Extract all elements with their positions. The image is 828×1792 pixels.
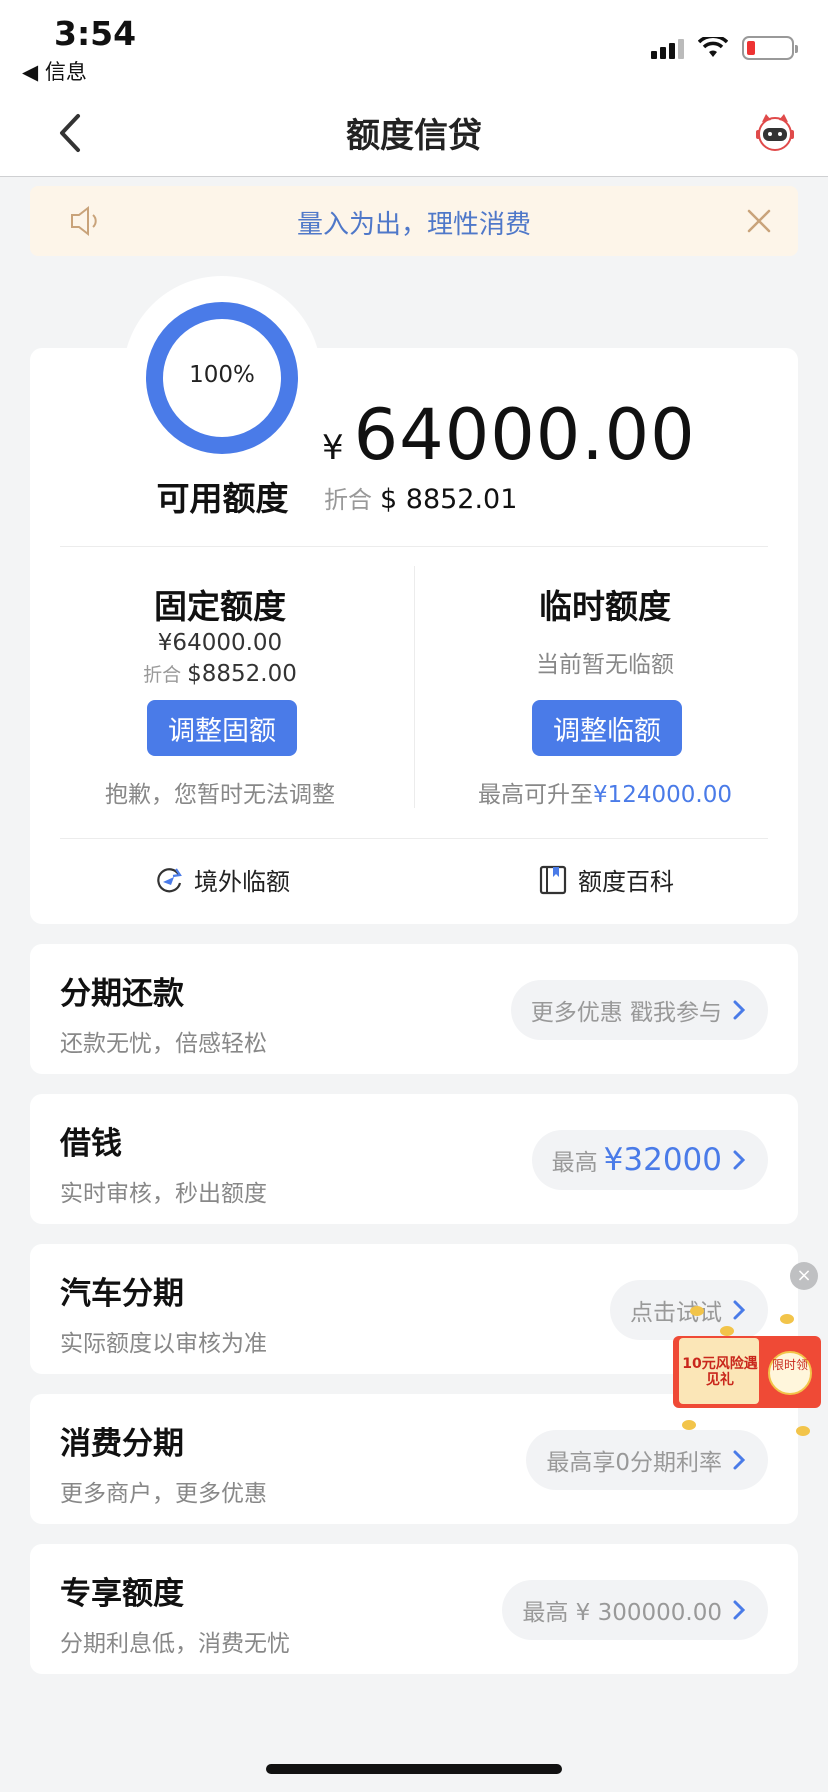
status-bar: 3:54 ◀ 信息: [0, 0, 828, 88]
credit-encyclopedia-link[interactable]: 额度百科: [538, 862, 674, 897]
overseas-credit-link[interactable]: 境外临额: [154, 862, 290, 897]
chevron-right-icon: [733, 1000, 746, 1020]
book-icon: [539, 865, 567, 894]
battery-low-icon: [742, 36, 798, 60]
available-credit-label: 可用额度: [156, 479, 289, 518]
currency-symbol: ¥: [322, 428, 344, 468]
divider: [60, 546, 768, 547]
nav-bar: 额度信贷: [0, 88, 828, 177]
converted-value: $ 8852.01: [380, 484, 518, 515]
product-subtitle: 还款无忧，倍感轻松: [60, 1031, 267, 1057]
overseas-credit-label: 境外临额: [194, 868, 290, 896]
signal-icon: [651, 37, 684, 59]
coin-decoration: [796, 1426, 810, 1436]
fixed-credit-amount: ¥64000.00: [157, 630, 283, 656]
robot-assistant-icon[interactable]: [752, 108, 798, 154]
borrow-money-card[interactable]: 借钱 实时审核，秒出额度 最高 ¥32000: [30, 1094, 798, 1224]
product-action-pill[interactable]: 点击试试: [610, 1280, 768, 1340]
back-to-app-link[interactable]: ◀ 信息: [22, 56, 87, 86]
notice-banner: 量入为出，理性消费: [30, 186, 798, 256]
fixed-credit-note: 抱歉，您暂时无法调整: [105, 782, 335, 808]
available-amount: ¥ 64000.00: [322, 394, 696, 476]
fixed-credit-title: 固定额度: [154, 587, 286, 626]
product-action-pill[interactable]: 最高享0分期利率: [526, 1430, 768, 1490]
credit-encyclopedia-label: 额度百科: [578, 868, 674, 896]
fixed-converted-value: $8852.00: [187, 661, 297, 687]
pill-text: 最高: [551, 1150, 598, 1176]
chevron-right-icon: [733, 1450, 746, 1470]
converted-prefix: 折合: [324, 486, 372, 514]
temporary-credit-status: 当前暂无临额: [536, 652, 674, 678]
coin-decoration: [682, 1420, 696, 1430]
temporary-note-amount: ¥124000.00: [592, 782, 732, 808]
promo-badge: 限时领: [768, 1351, 812, 1395]
fixed-converted-prefix: 折合: [143, 664, 182, 686]
credit-percent: 100%: [189, 362, 255, 388]
divider: [60, 838, 768, 839]
wifi-icon: [698, 37, 728, 57]
product-title: 分期还款: [60, 976, 184, 1012]
pill-text: 更多优惠 戳我参与: [530, 1000, 722, 1026]
close-icon[interactable]: [742, 204, 776, 238]
consumer-installment-card[interactable]: 消费分期 更多商户，更多优惠 最高享0分期利率: [30, 1394, 798, 1524]
adjust-temporary-button[interactable]: 调整临额: [532, 700, 682, 756]
product-title: 借钱: [60, 1126, 122, 1162]
product-action-pill[interactable]: 最高 ¥32000: [531, 1130, 768, 1190]
coin-decoration: [690, 1306, 704, 1316]
product-title: 汽车分期: [60, 1276, 184, 1312]
temporary-credit-note: 最高可升至¥124000.00: [415, 775, 795, 809]
status-time: 3:54: [54, 14, 137, 53]
coin-decoration: [780, 1314, 794, 1324]
converted-amount: 折合 $ 8852.01: [324, 480, 517, 515]
page-title: 额度信贷: [346, 116, 482, 156]
installment-repay-card[interactable]: 分期还款 还款无忧，倍感轻松 更多优惠 戳我参与: [30, 944, 798, 1074]
pill-text: 最高享0分期利率: [546, 1450, 722, 1476]
promo-close-button[interactable]: ×: [790, 1262, 818, 1290]
product-subtitle: 实时审核，秒出额度: [60, 1181, 267, 1207]
product-title: 专享额度: [60, 1576, 184, 1612]
product-subtitle: 分期利息低，消费无忧: [60, 1631, 290, 1657]
product-subtitle: 更多商户，更多优惠: [60, 1481, 267, 1507]
promo-title: 10元风险遇见礼: [682, 1356, 758, 1388]
coin-decoration: [720, 1326, 734, 1336]
product-action-pill[interactable]: 更多优惠 戳我参与: [510, 980, 768, 1040]
plane-refresh-icon: [157, 867, 182, 892]
temporary-note-prefix: 最高可升至: [477, 782, 593, 808]
pill-text: 最高 ¥ 300000.00: [522, 1600, 722, 1626]
status-icons: [651, 36, 798, 60]
home-indicator: [266, 1764, 562, 1774]
available-amount-value: 64000.00: [353, 394, 696, 476]
pill-text: 点击试试: [630, 1300, 722, 1326]
pill-highlight: ¥32000: [603, 1142, 722, 1178]
fixed-credit-converted: 折合 $8852.00: [30, 660, 410, 687]
notice-text: 量入为出，理性消费: [296, 210, 531, 240]
product-title: 消费分期: [60, 1426, 184, 1462]
product-action-pill[interactable]: 最高 ¥ 300000.00: [502, 1580, 768, 1640]
exclusive-credit-card[interactable]: 专享额度 分期利息低，消费无忧 最高 ¥ 300000.00: [30, 1544, 798, 1674]
chevron-right-icon: [733, 1150, 746, 1170]
adjust-fixed-button[interactable]: 调整固额: [147, 700, 297, 756]
chevron-right-icon: [733, 1600, 746, 1620]
temporary-credit-title: 临时额度: [539, 587, 671, 626]
product-subtitle: 实际额度以审核为准: [60, 1331, 267, 1357]
chevron-right-icon: [733, 1300, 746, 1320]
